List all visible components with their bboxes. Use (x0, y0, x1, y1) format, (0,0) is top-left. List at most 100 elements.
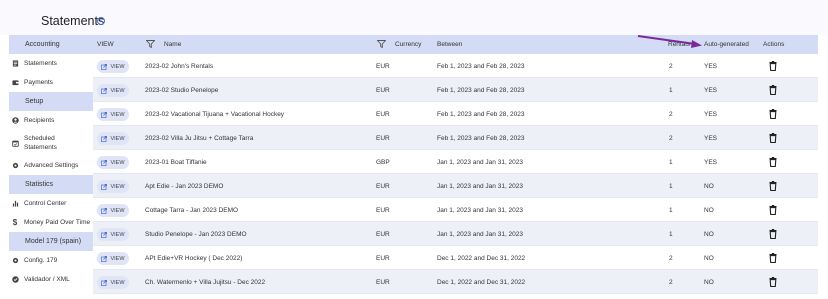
view-button[interactable]: VIEW (97, 228, 129, 241)
check-icon (11, 276, 19, 284)
currency-cell: EUR (376, 63, 390, 70)
delete-icon[interactable] (769, 85, 777, 95)
sidebar-item-control-center[interactable]: Control Center (9, 194, 93, 213)
currency-cell: EUR (376, 279, 390, 286)
sidebar-item-validador-xml[interactable]: Validador / XML (9, 270, 93, 289)
open-external-icon (101, 183, 108, 190)
rentals-cell: 1 (669, 183, 673, 190)
sidebar-item-recipients[interactable]: Recipients (9, 111, 93, 130)
view-button-label: VIEW (110, 279, 125, 286)
view-button-label: VIEW (110, 255, 125, 262)
sidebar-header-accounting[interactable]: Accounting (9, 35, 93, 54)
rentals-cell: 1 (669, 207, 673, 214)
column-header-currency[interactable]: Currency (395, 41, 421, 48)
table-row: VIEW Cottage Tarra - Jan 2023 DEMO EUR Jan … (93, 198, 818, 222)
sidebar-item-label: Scheduled Statements (24, 135, 57, 151)
view-button-label: VIEW (110, 87, 125, 94)
delete-icon[interactable] (769, 61, 777, 71)
filter-icon[interactable] (377, 40, 386, 48)
currency-cell: EUR (376, 87, 390, 94)
view-button-label: VIEW (110, 135, 125, 142)
currency-cell: EUR (376, 231, 390, 238)
delete-icon[interactable] (769, 133, 777, 143)
statement-name: Studio Penelope - Jan 2023 DEMO (145, 231, 247, 238)
sidebar-item-label: Payments (24, 79, 53, 86)
delete-icon[interactable] (769, 205, 777, 215)
delete-icon[interactable] (769, 157, 777, 167)
sidebar-header-statistics[interactable]: Statistics (9, 175, 93, 194)
statement-name: 2023-02 Studio Penelope (145, 87, 219, 94)
sidebar-header-setup[interactable]: Setup (9, 92, 93, 111)
auto-generated-cell: YES (704, 111, 718, 118)
sidebar-item-label: Validador / XML (24, 276, 70, 283)
currency-cell: EUR (376, 255, 390, 262)
sidebar-item-label: Statements (24, 60, 57, 67)
column-header-between[interactable]: Between (437, 41, 462, 48)
view-button[interactable]: VIEW (97, 108, 129, 121)
currency-cell: EUR (376, 111, 390, 118)
period-cell: Jan 1, 2023 and Jan 31, 2023 (437, 183, 524, 190)
period-cell: Feb 1, 2023 and Feb 28, 2023 (437, 111, 525, 118)
auto-generated-cell: NO (704, 231, 714, 238)
view-button[interactable]: VIEW (97, 204, 129, 217)
rentals-cell: 2 (669, 111, 673, 118)
table-row: VIEW 2023-02 Vacational Tijuana + Vacatio… (93, 102, 818, 126)
sidebar-item-payments[interactable]: Payments (9, 73, 93, 92)
view-button[interactable]: VIEW (97, 84, 129, 97)
period-cell: Jan 1, 2023 and Jan 31, 2023 (437, 207, 524, 214)
column-header-rentals[interactable]: Rentals (668, 41, 690, 48)
dollar-icon: $ (12, 218, 18, 227)
delete-icon[interactable] (769, 109, 777, 119)
table-header: VIEW Name Currency Between Rentals Auto-… (93, 35, 818, 54)
statement-name: APt Edie+VR Hockey ( Dec 2022) (145, 255, 243, 262)
delete-icon[interactable] (769, 277, 777, 287)
column-header-view: VIEW (97, 41, 114, 48)
statement-name: Apt Edie - Jan 2023 DEMO (145, 183, 224, 190)
view-button[interactable]: VIEW (97, 180, 129, 193)
rentals-cell: 2 (669, 135, 673, 142)
column-header-name[interactable]: Name (164, 41, 181, 48)
info-icon[interactable]: i (97, 17, 105, 25)
open-external-icon (101, 231, 108, 238)
statement-name: 2023-02 Villa Ju Jitsu + Cottage Tarra (145, 135, 254, 142)
sidebar: Accounting Statements Payments Setup Rec… (9, 35, 93, 299)
wallet-icon (11, 79, 19, 87)
view-button[interactable]: VIEW (97, 156, 129, 169)
auto-generated-cell: YES (704, 63, 718, 70)
period-cell: Jan 1, 2023 and Jan 31, 2023 (437, 159, 524, 166)
filter-icon[interactable] (146, 40, 155, 48)
view-button[interactable]: VIEW (97, 132, 129, 145)
rentals-cell: 2 (669, 255, 673, 262)
statement-name: 2023-02 Vacational Tijuana + Vacational … (145, 111, 285, 118)
sidebar-item-scheduled-statements[interactable]: Scheduled Statements (9, 130, 93, 156)
sidebar-item-statements[interactable]: Statements (9, 54, 93, 73)
rentals-cell: 1 (669, 159, 673, 166)
view-button-label: VIEW (110, 207, 125, 214)
sidebar-header-model-179[interactable]: Model 179 (spain) (9, 232, 93, 251)
delete-icon[interactable] (769, 253, 777, 263)
sidebar-item-config-179[interactable]: Config. 179 (9, 251, 93, 270)
sidebar-item-label: Money Paid Over Time (24, 219, 91, 226)
view-button[interactable]: VIEW (97, 276, 129, 289)
statement-name: 2023-02 John's Rentals (145, 63, 214, 70)
auto-generated-cell: NO (704, 279, 714, 286)
statements-table: VIEW Name Currency Between Rentals Auto-… (93, 35, 818, 299)
calendar-icon (11, 139, 19, 147)
delete-icon[interactable] (769, 181, 777, 191)
view-button[interactable]: VIEW (97, 60, 129, 73)
gear-icon (11, 257, 19, 265)
rentals-cell: 2 (669, 279, 673, 286)
statement-name: Ch. Watermenlo + Villa Jujitsu - Dec 202… (145, 279, 266, 286)
table-row: VIEW 2023-02 John's Rentals EUR Feb 1, 2023… (93, 54, 818, 78)
sidebar-item-advanced-settings[interactable]: Advanced Settings (9, 156, 93, 175)
table-row: VIEW Studio Penelope - Jan 2023 DEMO EUR Ja… (93, 222, 818, 246)
currency-cell: EUR (376, 135, 390, 142)
column-header-auto-generated[interactable]: Auto-generated (704, 41, 749, 48)
auto-generated-cell: YES (704, 135, 718, 142)
rentals-cell: 1 (669, 231, 673, 238)
sidebar-item-money-paid[interactable]: $ Money Paid Over Time (9, 213, 93, 232)
view-button[interactable]: VIEW (97, 252, 129, 265)
open-external-icon (101, 135, 108, 142)
view-button-label: VIEW (110, 63, 125, 70)
delete-icon[interactable] (769, 229, 777, 239)
